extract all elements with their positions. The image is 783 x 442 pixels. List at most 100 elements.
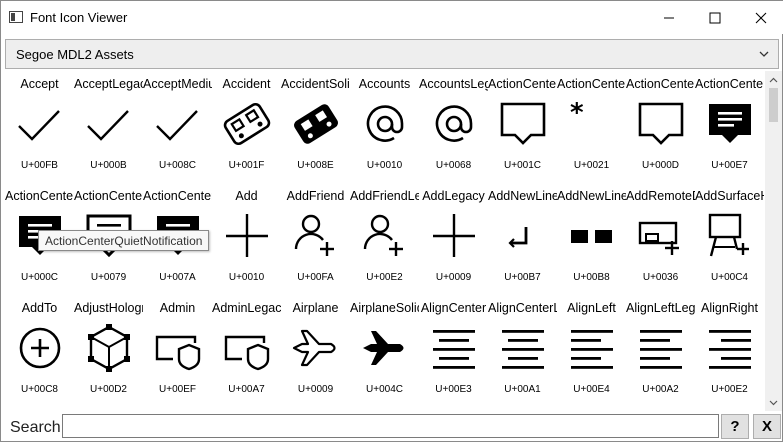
glyph-cell[interactable]: Add U+0010 (212, 183, 281, 295)
glyph-code: U+0009 (297, 384, 334, 395)
checkmark-icon (156, 110, 198, 141)
minimize-icon (664, 17, 674, 18)
glyph-name: AcceptMedium (143, 77, 212, 91)
maximize-button[interactable] (692, 1, 738, 34)
glyph-cell[interactable]: AddSurfaceHub U+00C4 (695, 183, 764, 295)
person-add-icon (294, 214, 334, 256)
glyph-name: Admin (159, 301, 196, 315)
glyph-code: U+00E3 (435, 384, 472, 395)
glyph-cell[interactable]: Accounts U+0010 (350, 71, 419, 183)
scrollbar-thumb[interactable] (769, 88, 778, 122)
glyph-cell[interactable]: AddRemoteDevice U+0036 (626, 183, 695, 295)
glyph-code: U+0010 (228, 272, 265, 283)
glyph-cell[interactable]: Airplane U+0009 (281, 295, 350, 407)
vertical-scrollbar[interactable] (765, 71, 782, 411)
glyph-cell[interactable]: AlignLeft U+00E4 (557, 295, 626, 407)
clear-search-button[interactable]: X (753, 414, 781, 439)
glyph-cell[interactable]: ActionCenterNotification U+00E7 (695, 71, 764, 183)
search-input[interactable] (62, 414, 719, 438)
glyph-code: U+0079 (90, 272, 127, 283)
glyph-name: AddFriend (286, 189, 345, 203)
circle-plus-icon (19, 327, 61, 369)
font-family-dropdown[interactable]: Segoe MDL2 Assets (5, 39, 779, 69)
glyph-cell[interactable]: AcceptLegacy U+000B (74, 71, 143, 183)
glyph-name: AlignRight (701, 301, 758, 315)
speech-bubble-solid-lines-icon (709, 104, 751, 143)
close-button[interactable] (738, 1, 783, 34)
search-label: Search (10, 419, 61, 436)
glyph-code: U+0036 (642, 272, 679, 283)
glyph-cell[interactable]: AccountsLegacy U+0068 (419, 71, 488, 183)
cube-icon (88, 324, 130, 372)
glyph-code: U+007A (159, 272, 196, 283)
align-left-icon (571, 330, 613, 369)
glyph-name: AlignLeftLegacy (626, 301, 695, 315)
glyph-cell[interactable]: Accept U+00FB (5, 71, 74, 183)
glyph-cell[interactable]: AdjustHologram U+00D2 (74, 295, 143, 407)
glyph-name: ActionCenterLegacy (626, 77, 695, 91)
scroll-up-button[interactable] (765, 71, 782, 88)
glyph-code: U+001F (228, 160, 265, 171)
glyph-cell[interactable]: AcceptMedium U+008C (143, 71, 212, 183)
glyph-cell[interactable]: ActionCenter U+001C (488, 71, 557, 183)
minimize-button[interactable] (646, 1, 692, 34)
glyph-cell[interactable]: AddNewLineFill U+00B8 (557, 183, 626, 295)
glyph-code: U+008C (159, 160, 196, 171)
window-title: Font Icon Viewer (30, 10, 128, 25)
scroll-down-button[interactable] (765, 394, 782, 411)
close-icon (755, 12, 767, 23)
glyph-cell[interactable]: AirplaneSolid U+004C (350, 295, 419, 407)
glyph-cell[interactable]: AddNewLine U+00B7 (488, 183, 557, 295)
remote-device-icon (638, 221, 679, 255)
glyph-cell[interactable]: AlignCenter U+00E3 (419, 295, 488, 407)
checkmark-icon (18, 110, 60, 141)
asterisk-icon: * (570, 98, 584, 128)
glyph-name: ActionCenterMirrored (5, 189, 74, 203)
align-left-icon (640, 330, 682, 369)
glyph-cell[interactable]: ActionCenterAsterisk * U+0021 (557, 71, 626, 183)
glyph-cell[interactable]: AlignLeftLegacy U+00A2 (626, 295, 695, 407)
glyph-code: U+000D (642, 160, 679, 171)
scroll-down-arrow-icon (769, 400, 778, 405)
glyph-name: Accounts (358, 77, 411, 91)
glyph-cell[interactable]: AlignRight U+00E2 (695, 295, 764, 407)
glyph-code: U+0009 (435, 272, 472, 283)
glyph-cell[interactable]: AddLegacy U+0009 (419, 183, 488, 295)
checkmark-icon (87, 110, 129, 141)
speech-bubble-icon (638, 102, 684, 145)
glyph-cell[interactable]: AddTo U+00C8 (5, 295, 74, 407)
surface-hub-icon (708, 213, 749, 257)
glyph-cell[interactable]: Accident U+001F (212, 71, 281, 183)
app-window-icon (9, 11, 23, 23)
glyph-code: U+00FB (21, 160, 58, 171)
glyph-name: AlignLeft (567, 301, 616, 315)
glyph-cell[interactable]: ActionCenterLegacy U+000D (626, 71, 695, 183)
align-center-icon (433, 330, 475, 369)
glyph-code: U+00B8 (573, 272, 610, 283)
title-bar[interactable]: Font Icon Viewer (1, 1, 783, 34)
plus-icon (226, 214, 268, 257)
glyph-code: U+00E2 (711, 384, 748, 395)
scroll-up-arrow-icon (769, 77, 778, 82)
glyph-code: U+00C4 (711, 272, 748, 283)
glyph-name: AccountsLegacy (419, 77, 488, 91)
app-window: Font Icon Viewer Segoe MDL2 Assets Accep… (0, 0, 783, 442)
align-right-icon (709, 330, 751, 369)
new-line-icon (508, 227, 528, 248)
glyph-code: U+0021 (573, 160, 610, 171)
accident-solid-icon (294, 104, 338, 144)
glyph-cell[interactable]: AccidentSolid U+008E (281, 71, 350, 183)
glyph-name: Add (235, 189, 258, 203)
glyph-cell[interactable]: Admin U+00EF (143, 295, 212, 407)
glyph-code: U+0010 (366, 160, 403, 171)
glyph-cell[interactable]: AddFriendLegacy U+00E2 (350, 183, 419, 295)
airplane-icon (292, 329, 336, 367)
glyph-name: AddSurfaceHub (695, 189, 764, 203)
admin-shield-icon (155, 335, 201, 371)
glyph-cell[interactable]: AddFriend U+00FA (281, 183, 350, 295)
accident-icon (223, 102, 271, 146)
align-center-icon (502, 330, 544, 369)
glyph-cell[interactable]: AdminLegacy U+00A7 (212, 295, 281, 407)
glyph-cell[interactable]: AlignCenterLegacy U+00A1 (488, 295, 557, 407)
help-button[interactable]: ? (721, 414, 749, 439)
